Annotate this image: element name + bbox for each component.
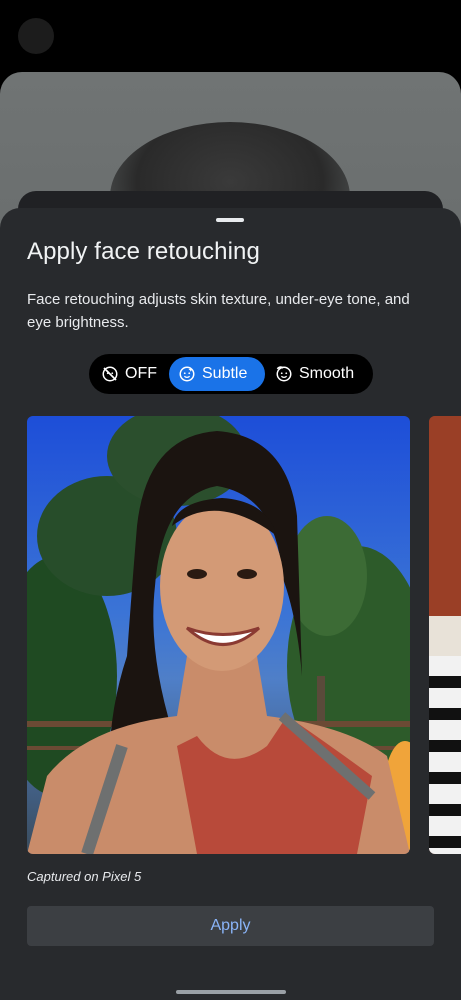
face-subtle-icon xyxy=(179,366,195,382)
retouch-option-off[interactable]: OFF xyxy=(95,357,171,391)
sheet-drag-handle[interactable] xyxy=(216,218,244,222)
retouch-option-smooth[interactable]: Smooth xyxy=(268,357,370,391)
retouch-off-icon xyxy=(102,366,118,382)
gesture-navigation-bar[interactable] xyxy=(176,990,286,994)
retouch-option-subtle[interactable]: Subtle xyxy=(169,357,265,391)
front-camera-cutout xyxy=(18,18,54,54)
retouch-option-subtle-label: Subtle xyxy=(202,365,248,382)
retouch-option-off-label: OFF xyxy=(125,365,157,382)
sheet-description: Face retouching adjusts skin texture, un… xyxy=(27,291,410,331)
retouch-preview-photo[interactable] xyxy=(27,416,410,854)
apply-button[interactable]: Apply xyxy=(27,906,434,946)
next-preview-photo-peek[interactable] xyxy=(429,416,461,854)
photo-caption: Captured on Pixel 5 xyxy=(27,869,142,884)
next-photo-illustration xyxy=(429,416,461,854)
portrait-photo-illustration xyxy=(27,416,410,854)
retouch-level-selector: OFF Subtle Smooth xyxy=(89,354,373,394)
face-retouching-bottom-sheet: Apply face retouching Face retouching ad… xyxy=(0,208,461,1000)
face-smooth-icon xyxy=(276,366,292,382)
retouch-option-smooth-label: Smooth xyxy=(299,365,355,382)
sheet-title: Apply face retouching xyxy=(27,238,260,265)
